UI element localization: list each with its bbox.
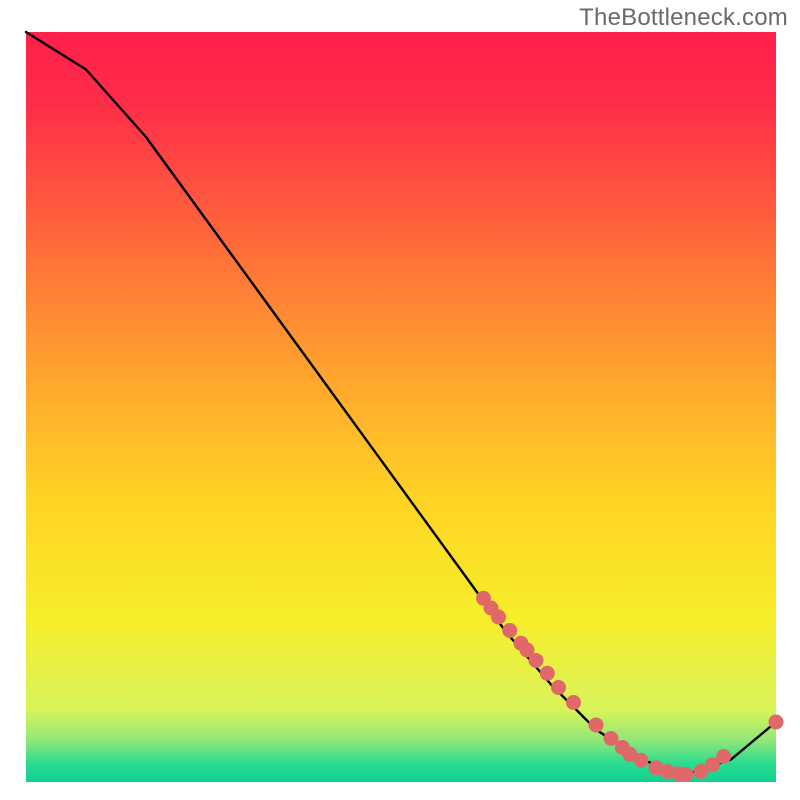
marker-dot [769, 715, 784, 730]
marker-dot [566, 695, 581, 710]
marker-dot [634, 753, 649, 768]
plot-background [26, 32, 776, 782]
marker-dot [551, 680, 566, 695]
bottleneck-chart [0, 0, 800, 800]
marker-dot [529, 653, 544, 668]
marker-dot [540, 666, 555, 681]
marker-dot [679, 767, 694, 782]
chart-container: TheBottleneck.com [0, 0, 800, 800]
marker-dot [502, 623, 517, 638]
marker-dot [491, 610, 506, 625]
marker-dot [589, 718, 604, 733]
marker-dot [716, 749, 731, 764]
